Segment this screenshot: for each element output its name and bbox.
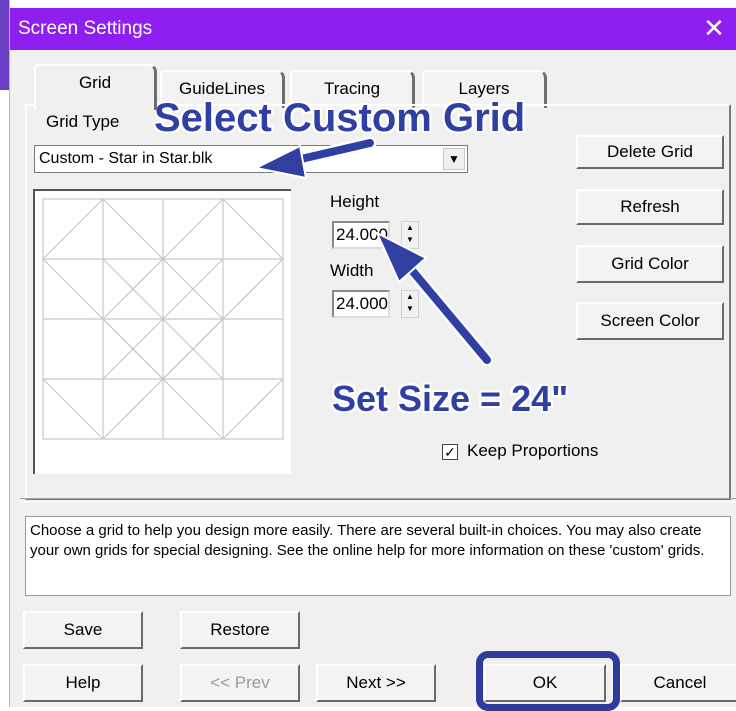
grid-type-value: Custom - Star in Star.blk <box>39 150 213 167</box>
height-spinner[interactable]: ▲ ▼ <box>401 221 419 249</box>
window-title: Screen Settings <box>18 18 153 39</box>
refresh-button[interactable]: Refresh <box>576 189 724 225</box>
checkmark-icon: ✓ <box>444 444 456 460</box>
dropdown-arrow-icon[interactable]: ▼ <box>443 148 465 170</box>
help-button[interactable]: Help <box>23 664 143 702</box>
width-input[interactable]: 24.000 <box>332 290 390 318</box>
spin-up-icon[interactable]: ▲ <box>402 222 418 234</box>
grid-preview <box>33 189 291 474</box>
ok-highlight-annotation <box>476 651 620 711</box>
grid-type-dropdown[interactable]: Custom - Star in Star.blk ▼ <box>34 145 468 173</box>
restore-button[interactable]: Restore <box>180 611 300 649</box>
screen-color-button[interactable]: Screen Color <box>576 302 724 340</box>
width-label: Width <box>330 261 374 280</box>
background-window-edge <box>0 0 10 707</box>
spin-down-icon[interactable]: ▼ <box>402 234 418 246</box>
width-value: 24.000 <box>336 294 388 313</box>
height-value: 24.000 <box>336 225 388 244</box>
tab-grid[interactable]: Grid <box>34 64 157 110</box>
keep-proportions-label: Keep Proportions <box>467 441 599 460</box>
keep-proportions-checkbox[interactable]: ✓ <box>442 444 458 460</box>
save-button[interactable]: Save <box>23 611 143 649</box>
title-bar: Screen Settings ✕ <box>10 8 736 50</box>
grid-color-button[interactable]: Grid Color <box>576 245 724 283</box>
annotation-select-custom-grid: Select Custom Grid <box>154 96 526 140</box>
grid-preview-drawing <box>42 198 284 440</box>
height-input[interactable]: 24.000 <box>332 221 390 249</box>
spin-up-icon[interactable]: ▲ <box>402 291 418 303</box>
spin-down-icon[interactable]: ▼ <box>402 303 418 315</box>
divider <box>20 498 736 502</box>
grid-type-label: Grid Type <box>46 112 120 131</box>
help-text-box: Choose a grid to help you design more ea… <box>25 516 731 596</box>
prev-button[interactable]: << Prev <box>180 664 300 702</box>
annotation-set-size: Set Size = 24" <box>332 378 569 419</box>
next-button[interactable]: Next >> <box>316 664 436 702</box>
close-icon[interactable]: ✕ <box>698 12 730 44</box>
width-spinner[interactable]: ▲ ▼ <box>401 290 419 318</box>
cancel-button[interactable]: Cancel <box>620 664 736 702</box>
height-label: Height <box>330 192 380 211</box>
delete-grid-button[interactable]: Delete Grid <box>576 135 724 169</box>
